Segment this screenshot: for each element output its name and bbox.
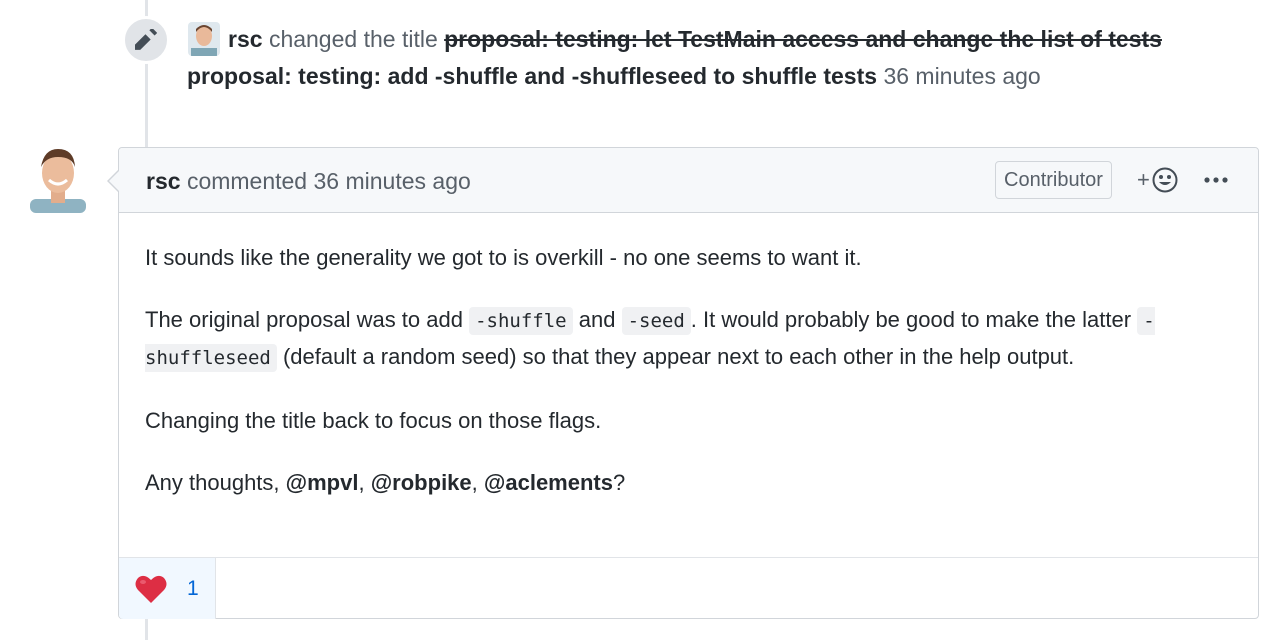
question-mark: ? [612,470,626,495]
comment-author-avatar[interactable] [24,145,92,213]
comment-header: rsc commented 36 minutes ago Contributor… [119,148,1258,213]
separator: , [471,470,478,495]
plus-label: + [1137,167,1150,192]
mention-robpike[interactable]: @robpike [371,470,472,495]
paragraph-4: Any thoughts, @mpvl, @robpike, @aclement… [145,465,1235,500]
p2-text-b: and [578,307,616,332]
p2-text-c: . It would probably be good to make the … [690,307,1132,332]
comment-time[interactable]: 36 minutes ago [314,168,471,194]
new-title: proposal: testing: add -shuffle and -shu… [187,63,878,89]
reactions-bar: 1 [119,557,1258,619]
comment-action: commented [186,168,308,194]
comment-meta: rsc commented 36 minutes ago [146,168,471,195]
event-author-link[interactable]: rsc [228,26,263,52]
p2-text-d: (default a random seed) so that they app… [282,344,1075,369]
heart-reaction-button[interactable]: 1 [119,558,216,619]
contributor-badge: Contributor [995,161,1112,199]
code-shuffle: -shuffle [469,307,573,335]
mention-mpvl[interactable]: @mpvl [286,470,359,495]
event-time[interactable]: 36 minutes ago [883,63,1040,89]
p2-text-a: The original proposal was to add [145,307,463,332]
rename-event: rsc changed the title proposal: testing:… [0,0,1280,110]
comment-body: It sounds like the generality we got to … [145,240,1235,527]
heart-reaction-count: 1 [187,576,199,600]
more-options-button[interactable] [1201,165,1231,195]
event-line1: rsc changed the title proposal: testing:… [228,26,1162,53]
kebab-horizontal-icon [1204,177,1228,183]
paragraph-1: It sounds like the generality we got to … [145,245,862,270]
smiley-icon [1152,167,1178,193]
paragraph-3: Changing the title back to focus on thos… [145,408,602,433]
event-action: changed the title [268,26,438,52]
event-author-avatar[interactable] [188,22,220,56]
comment-author-link[interactable]: rsc [146,168,181,194]
add-reaction-button[interactable]: + [1137,165,1178,195]
pencil-icon [135,29,157,50]
old-title: proposal: testing: let TestMain access a… [444,26,1162,52]
paragraph-2: The original proposal was to add -shuffl… [145,302,1235,376]
heart-icon [135,574,167,604]
event-badge [122,16,170,64]
comment-box: rsc commented 36 minutes ago Contributor… [107,147,1259,619]
p4-text: Any thoughts, [145,470,280,495]
event-line2: proposal: testing: add -shuffle and -shu… [187,63,1041,90]
separator: , [358,470,365,495]
mention-aclements[interactable]: @aclements [484,470,613,495]
code-seed: -seed [621,307,691,335]
